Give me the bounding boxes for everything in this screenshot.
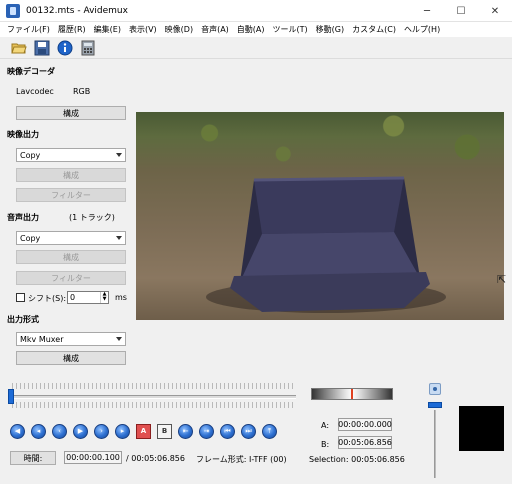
audio-codec-value: Copy: [20, 233, 41, 243]
chevron-down-icon: [116, 153, 122, 157]
close-button[interactable]: ✕: [478, 0, 512, 22]
audio-track-count: (1 トラック): [69, 213, 115, 222]
total-duration: / 00:05:06.856: [126, 454, 185, 463]
next-frame-icon[interactable]: ›: [94, 423, 109, 439]
audio-codec-select[interactable]: Copy: [16, 231, 126, 245]
video-preview: [136, 112, 504, 320]
previous-keyframe-icon[interactable]: ◀: [10, 423, 25, 439]
timeline-ticks-top: [12, 383, 294, 389]
muxer-configure-button[interactable]: 構成: [16, 351, 126, 365]
forward-icon[interactable]: ▸: [115, 423, 130, 439]
selection-duration: Selection: 00:05:06.856: [309, 455, 405, 464]
marker-b-value: 00:05:06.856: [338, 436, 392, 449]
menu-bar: ファイル(F) 履歴(R) 編集(E) 表示(V) 映像(D) 音声(A) 自動…: [0, 22, 512, 37]
menu-view[interactable]: 表示(V): [125, 24, 161, 35]
time-button[interactable]: 時間:: [10, 451, 56, 465]
thumbnail-preview: [459, 406, 504, 451]
previous-cut-icon[interactable]: ⏮: [220, 423, 235, 439]
open-icon[interactable]: [10, 39, 28, 57]
plastic-tub-image: [206, 176, 446, 313]
current-time-field[interactable]: 00:00:00.100: [64, 451, 122, 464]
title-bar: 00132.mts - Avidemux ─ ☐ ✕: [0, 0, 512, 22]
menu-go[interactable]: 移動(G): [312, 24, 348, 35]
video-filters-button[interactable]: フィルター: [16, 188, 126, 202]
spin-arrows-icon[interactable]: ▲ ▼: [100, 292, 108, 303]
marker-b-label: B:: [321, 440, 330, 449]
volume-slider-thumb[interactable]: [428, 402, 442, 408]
info-icon[interactable]: [56, 39, 74, 57]
minimize-button[interactable]: ─: [410, 0, 444, 22]
goto-marker-a-icon[interactable]: ⇤: [178, 423, 193, 439]
save-icon[interactable]: [33, 39, 51, 57]
frame-type-label: フレーム形式: I-TFF (00): [196, 455, 287, 464]
set-marker-b-button[interactable]: B: [157, 423, 172, 439]
volume-icon[interactable]: [429, 383, 441, 395]
jog-indicator: [351, 389, 353, 399]
shift-spinbox[interactable]: 0 ▲ ▼: [67, 291, 109, 304]
menu-file[interactable]: ファイル(F): [3, 24, 54, 35]
timeline-ticks-bottom: [12, 402, 294, 408]
shift-value: 0: [70, 293, 76, 302]
audio-output-heading: 音声出力: [7, 213, 39, 222]
menu-tools[interactable]: ツール(T): [269, 24, 312, 35]
menu-audio[interactable]: 音声(A): [197, 24, 233, 35]
rewind-icon[interactable]: ◂: [31, 423, 46, 439]
video-codec-value: Copy: [20, 150, 41, 160]
menu-auto[interactable]: 自動(A): [233, 24, 269, 35]
chevron-down-icon: [116, 236, 122, 240]
set-marker-a-button[interactable]: A: [136, 423, 151, 439]
menu-history[interactable]: 履歴(R): [54, 24, 90, 35]
decoder-codec-label: Lavcodec: [16, 87, 54, 96]
menu-video[interactable]: 映像(D): [161, 24, 197, 35]
calculator-icon[interactable]: [79, 39, 97, 57]
shift-checkbox[interactable]: [16, 293, 25, 302]
output-format-heading: 出力形式: [7, 315, 39, 324]
menu-help[interactable]: ヘルプ(H): [400, 24, 444, 35]
chevron-down-icon: [116, 337, 122, 341]
timeline-slider[interactable]: [8, 395, 296, 399]
decoder-configure-button[interactable]: 構成: [16, 106, 126, 120]
previous-frame-icon[interactable]: ‹: [52, 423, 67, 439]
timeline-slider-thumb[interactable]: [8, 389, 14, 404]
first-frame-icon[interactable]: ⤒: [262, 423, 277, 439]
navigation-controls: ◀ ◂ ‹ ▶ › ▸ A B ⇤ ⇥ ⏮ ⏭ ⤒: [10, 423, 283, 439]
mouse-cursor-icon: ⇱: [497, 273, 507, 286]
shift-label: シフト(S):: [28, 294, 67, 303]
video-decoder-heading: 映像デコーダ: [7, 67, 55, 76]
muxer-value: Mkv Muxer: [20, 334, 64, 344]
video-output-heading: 映像出力: [7, 130, 39, 139]
shift-unit: ms: [115, 293, 127, 302]
decoder-format-label: RGB: [73, 87, 91, 96]
video-configure-button[interactable]: 構成: [16, 168, 126, 182]
audio-configure-button[interactable]: 構成: [16, 250, 126, 264]
menu-custom[interactable]: カスタム(C): [348, 24, 400, 35]
jog-shuttle[interactable]: [311, 388, 393, 400]
audio-filters-button[interactable]: フィルター: [16, 271, 126, 285]
video-codec-select[interactable]: Copy: [16, 148, 126, 162]
window-title: 00132.mts - Avidemux: [26, 5, 128, 16]
menu-edit[interactable]: 編集(E): [90, 24, 125, 35]
marker-a-value: 00:00:00.000: [338, 418, 392, 431]
marker-a-label: A:: [321, 421, 330, 430]
avidemux-app-icon: [6, 3, 20, 18]
goto-marker-b-icon[interactable]: ⇥: [199, 423, 214, 439]
muxer-select[interactable]: Mkv Muxer: [16, 332, 126, 346]
maximize-button[interactable]: ☐: [444, 0, 478, 22]
next-cut-icon[interactable]: ⏭: [241, 423, 256, 439]
play-icon[interactable]: ▶: [73, 423, 88, 439]
volume-slider[interactable]: [434, 410, 436, 478]
toolbar: [0, 37, 512, 59]
